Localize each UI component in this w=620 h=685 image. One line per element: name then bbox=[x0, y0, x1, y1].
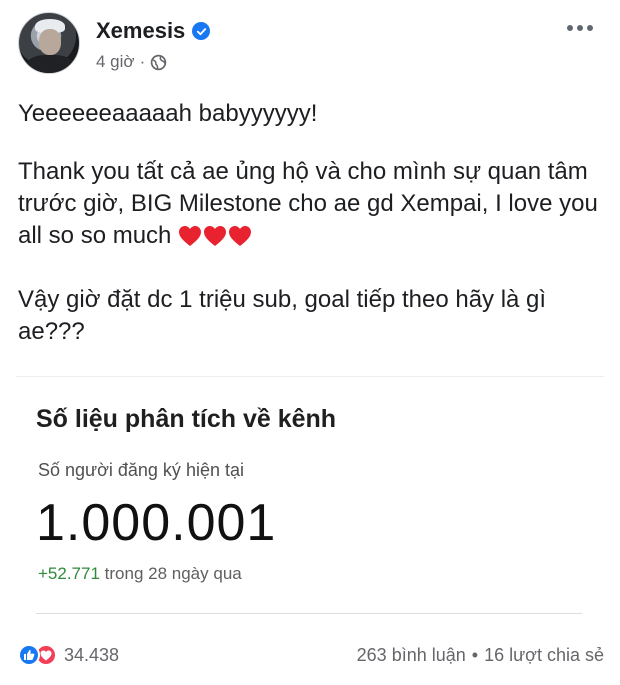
more-icon-dot bbox=[587, 25, 593, 31]
avatar[interactable] bbox=[18, 12, 80, 74]
post-paragraph: Vậy giờ đặt dc 1 triệu sub, goal tiếp th… bbox=[18, 286, 547, 345]
card-title: Số liệu phân tích về kênh bbox=[36, 405, 337, 433]
post-footer: 34.438 263 bình luận • 16 lượt chia sẻ bbox=[18, 640, 604, 670]
heart-icon bbox=[179, 226, 202, 246]
like-icon bbox=[18, 644, 40, 666]
growth-period: trong 28 ngày qua bbox=[104, 564, 242, 583]
heart-icon bbox=[229, 226, 252, 246]
post-meta: 4 giờ · bbox=[96, 52, 167, 72]
channel-analytics-card: Số liệu phân tích về kênh Số người đăng … bbox=[16, 376, 604, 620]
more-icon-dot bbox=[577, 25, 583, 31]
verified-icon bbox=[192, 22, 211, 40]
post-time[interactable]: 4 giờ bbox=[96, 52, 135, 72]
globe-icon bbox=[150, 54, 167, 70]
more-icon-dot bbox=[567, 25, 573, 31]
meta-separator: · bbox=[139, 52, 146, 71]
hearts-emoji bbox=[178, 225, 252, 247]
post-paragraph: Yeeeeeeaaaaah babyyyyyy! bbox=[18, 100, 318, 127]
reactions-summary[interactable]: 34.438 bbox=[18, 644, 119, 666]
heart-icon bbox=[204, 226, 227, 246]
engagement-separator: • bbox=[471, 644, 479, 665]
growth-value: +52.771 bbox=[38, 564, 100, 583]
card-subtitle: Số người đăng ký hiện tại bbox=[38, 460, 244, 480]
engagement-stats: 263 bình luận • 16 lượt chia sẻ bbox=[357, 645, 604, 666]
subscriber-growth: +52.771 trong 28 ngày qua bbox=[38, 564, 242, 584]
more-options-button[interactable] bbox=[562, 16, 598, 40]
subscriber-count: 1.000.001 bbox=[36, 494, 277, 552]
post-body: Yeeeeeeaaaaah babyyyyyy! Thank you tất c… bbox=[18, 98, 604, 374]
post-paragraph-text: Thank you tất cả ae ủng hộ và cho mình s… bbox=[18, 158, 598, 249]
post-header: Xemesis 4 giờ · bbox=[18, 12, 608, 76]
card-divider bbox=[36, 613, 582, 614]
share-count-link[interactable]: 16 lượt chia sẻ bbox=[484, 645, 604, 666]
reaction-count: 34.438 bbox=[64, 644, 120, 665]
author-name[interactable]: Xemesis bbox=[96, 18, 185, 44]
comment-count-link[interactable]: 263 bình luận bbox=[357, 645, 466, 666]
author-line: Xemesis bbox=[96, 18, 211, 44]
post-paragraph: Thank you tất cả ae ủng hộ và cho mình s… bbox=[18, 156, 604, 252]
